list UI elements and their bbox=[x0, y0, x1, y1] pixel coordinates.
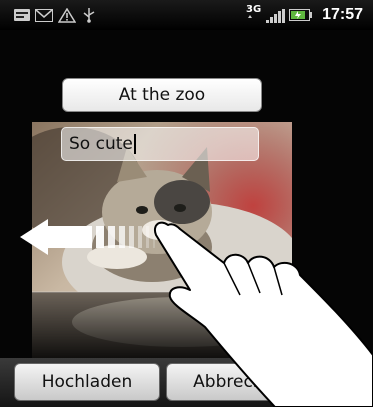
network-label: 3G bbox=[246, 4, 262, 15]
signal-icon bbox=[266, 9, 286, 23]
upload-button[interactable]: Hochladen bbox=[14, 363, 160, 401]
title-input[interactable]: At the zoo bbox=[62, 78, 262, 112]
title-value: At the zoo bbox=[118, 85, 206, 105]
clock: 17:57 bbox=[322, 6, 363, 23]
usb-icon bbox=[82, 8, 96, 23]
status-bar: 3G 17:57 bbox=[0, 0, 373, 30]
description-value: So cute bbox=[69, 134, 133, 154]
3g-data-icon: 3G bbox=[246, 4, 261, 18]
battery-icon bbox=[289, 8, 313, 22]
message-icon bbox=[14, 8, 30, 22]
gmail-icon bbox=[35, 8, 53, 22]
description-input[interactable]: So cute bbox=[61, 127, 259, 161]
pointing-hand-icon bbox=[154, 221, 373, 407]
text-caret bbox=[133, 134, 136, 154]
warning-icon bbox=[58, 7, 76, 23]
upload-button-label: Hochladen bbox=[41, 372, 133, 392]
